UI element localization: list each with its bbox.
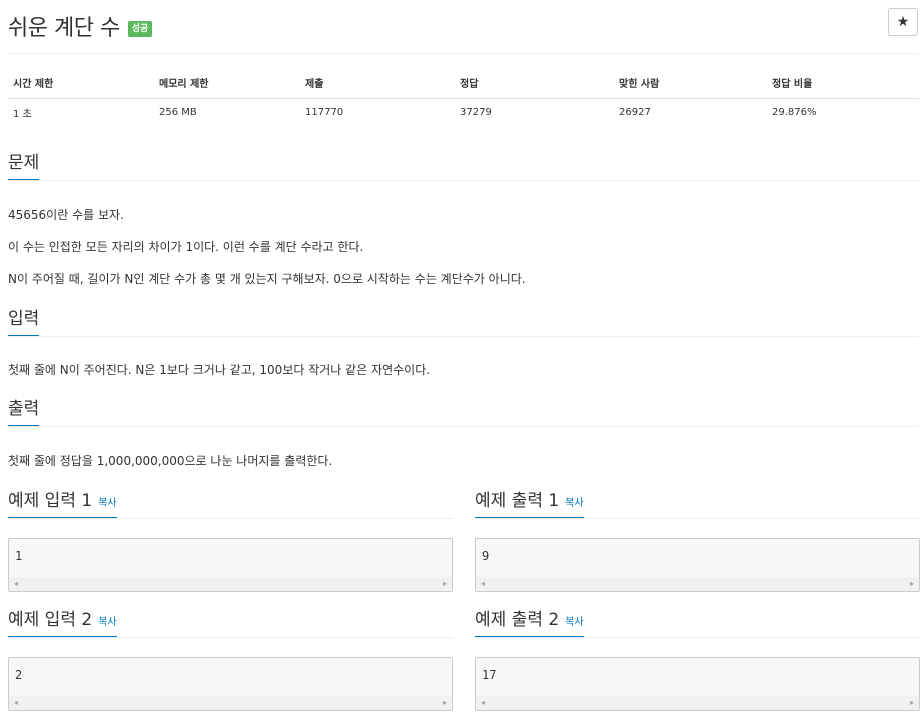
sample-output-1-box[interactable]: 9 ◂ ▸ xyxy=(475,538,920,592)
accepted-value: 37279 xyxy=(460,107,492,118)
input-section-header: 입력 xyxy=(8,308,919,337)
copy-sample-output-1-link[interactable]: 복사 xyxy=(565,498,583,509)
sample-output-2: 예제 출력 2 복사 17 ◂ ▸ xyxy=(475,609,920,711)
horizontal-scrollbar[interactable]: ◂ ▸ xyxy=(476,577,919,591)
problem-section-header: 문제 xyxy=(8,152,919,181)
table-row: 1 초 256 MB 117770 37279 26927 29.876% xyxy=(8,99,919,127)
header-solvers: 맞힌 사람 xyxy=(614,66,767,99)
time-limit-value: 1 초 xyxy=(13,109,32,120)
output-section-header: 출력 xyxy=(8,398,919,427)
sample-input-1-value: 1 xyxy=(15,549,23,563)
scroll-left-icon[interactable]: ◂ xyxy=(14,578,18,590)
sample-output-1-value: 9 xyxy=(482,549,490,563)
scroll-right-icon[interactable]: ▸ xyxy=(910,578,914,590)
title-row: 쉬운 계단 수 성공 xyxy=(8,8,153,44)
sample-output-2-value: 17 xyxy=(482,668,497,682)
sample-input-2: 예제 입력 2 복사 2 ◂ ▸ xyxy=(8,609,453,711)
header-submissions: 제출 xyxy=(300,66,455,99)
header-time-limit: 시간 제한 xyxy=(8,66,154,99)
input-paragraph: 첫째 줄에 N이 주어진다. N은 1보다 크거나 같고, 100보다 작거나 … xyxy=(8,363,431,377)
scroll-left-icon[interactable]: ◂ xyxy=(481,697,485,709)
scroll-right-icon[interactable]: ▸ xyxy=(443,697,447,709)
star-icon: ★ xyxy=(896,14,910,30)
problem-heading: 문제 xyxy=(8,152,40,180)
input-heading: 입력 xyxy=(8,308,40,336)
sample-input-1: 예제 입력 1 복사 1 ◂ ▸ xyxy=(8,490,453,592)
sample-input-1-box[interactable]: 1 ◂ ▸ xyxy=(8,538,453,592)
title-divider xyxy=(8,53,919,54)
sample-output-1: 예제 출력 1 복사 9 ◂ ▸ xyxy=(475,490,920,592)
problem-paragraph-3: N이 주어질 때, 길이가 N인 계단 수가 총 몇 개 있는지 구해보자. 0… xyxy=(8,272,526,286)
horizontal-scrollbar[interactable]: ◂ ▸ xyxy=(9,696,452,710)
sample-input-2-value: 2 xyxy=(15,668,23,682)
header-ratio: 정답 비율 xyxy=(767,66,919,99)
scroll-right-icon[interactable]: ▸ xyxy=(443,578,447,590)
horizontal-scrollbar[interactable]: ◂ ▸ xyxy=(9,577,452,591)
sample-output-1-title: 예제 출력 1 xyxy=(475,491,560,511)
star-button[interactable]: ★ xyxy=(888,8,918,36)
solvers-value: 26927 xyxy=(619,107,651,118)
table-header-row: 시간 제한 메모리 제한 제출 정답 맞힌 사람 정답 비율 xyxy=(8,66,919,99)
sample-output-2-title: 예제 출력 2 xyxy=(475,610,560,630)
header-accepted: 정답 xyxy=(455,66,614,99)
memory-limit-value: 256 MB xyxy=(159,107,197,118)
horizontal-scrollbar[interactable]: ◂ ▸ xyxy=(476,696,919,710)
copy-sample-input-1-link[interactable]: 복사 xyxy=(98,498,116,509)
page-title: 쉬운 계단 수 xyxy=(8,16,120,41)
status-badge: 성공 xyxy=(127,21,153,37)
output-paragraph: 첫째 줄에 정답을 1,000,000,000으로 나눈 나머지를 출력한다. xyxy=(8,454,333,468)
problem-paragraph-2: 이 수는 인접한 모든 자리의 차이가 1이다. 이런 수를 계단 수라고 한다… xyxy=(8,240,364,254)
output-heading: 출력 xyxy=(8,398,40,426)
scroll-left-icon[interactable]: ◂ xyxy=(14,697,18,709)
header-memory-limit: 메모리 제한 xyxy=(154,66,300,99)
submissions-value: 117770 xyxy=(305,107,344,118)
copy-sample-output-2-link[interactable]: 복사 xyxy=(565,617,583,628)
ratio-value: 29.876% xyxy=(772,107,817,118)
problem-info-table: 시간 제한 메모리 제한 제출 정답 맞힌 사람 정답 비율 1 초 256 M… xyxy=(8,66,919,126)
scroll-left-icon[interactable]: ◂ xyxy=(481,578,485,590)
sample-input-2-box[interactable]: 2 ◂ ▸ xyxy=(8,657,453,711)
sample-input-2-title: 예제 입력 2 xyxy=(8,610,93,630)
sample-input-1-title: 예제 입력 1 xyxy=(8,491,93,511)
copy-sample-input-2-link[interactable]: 복사 xyxy=(98,617,116,628)
problem-paragraph-1: 45656이란 수를 보자. xyxy=(8,208,124,222)
scroll-right-icon[interactable]: ▸ xyxy=(910,697,914,709)
sample-output-2-box[interactable]: 17 ◂ ▸ xyxy=(475,657,920,711)
